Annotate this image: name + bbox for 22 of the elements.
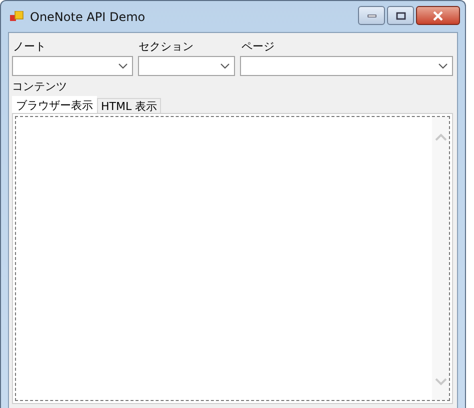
tab[interactable]: ブラウザー表示 bbox=[12, 96, 97, 113]
chevron-down-icon bbox=[220, 63, 230, 69]
minimize-icon bbox=[366, 14, 376, 18]
close-button[interactable] bbox=[416, 6, 460, 25]
dropdown[interactable] bbox=[138, 56, 236, 76]
maximize-icon bbox=[396, 12, 406, 20]
dropdown[interactable] bbox=[240, 56, 453, 76]
window-title: OneNote API Demo bbox=[30, 10, 146, 24]
content-label: コンテンツ bbox=[12, 80, 68, 94]
chevron-down-icon bbox=[118, 63, 128, 69]
close-icon bbox=[432, 10, 444, 20]
field-label: セクション bbox=[138, 39, 195, 54]
field-label: ページ bbox=[240, 39, 276, 54]
chevron-up-icon bbox=[434, 133, 446, 141]
app-icon bbox=[10, 10, 24, 22]
chevron-down-icon bbox=[434, 378, 446, 386]
maximize-button[interactable] bbox=[387, 6, 414, 25]
field-label: ノート bbox=[12, 39, 47, 54]
dropdown[interactable] bbox=[12, 56, 133, 76]
minimize-button[interactable] bbox=[358, 6, 385, 25]
tab[interactable]: HTML 表示 bbox=[97, 98, 162, 113]
chevron-down-icon bbox=[438, 63, 448, 69]
